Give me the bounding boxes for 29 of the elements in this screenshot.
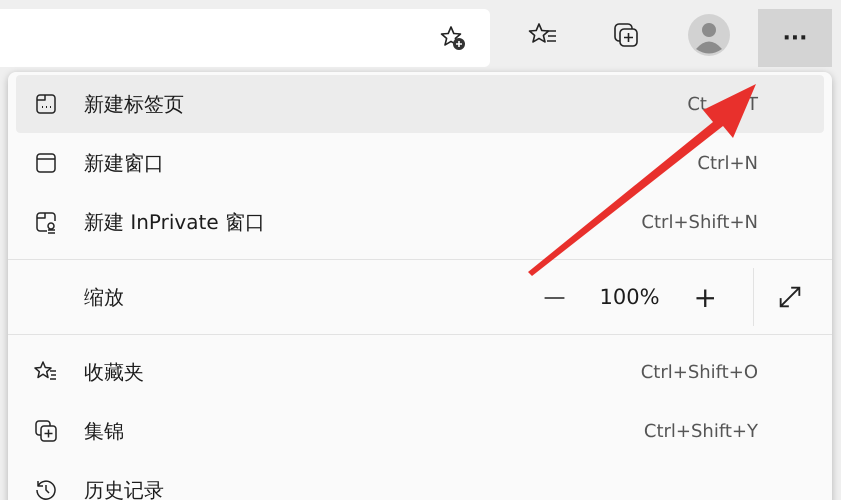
zoom-value: 100% — [599, 285, 660, 309]
shortcut-text: Ct — [687, 94, 707, 114]
menu-item-label: 集锦 — [84, 418, 124, 444]
shortcut-text: Ctrl+Shift+Y — [644, 420, 758, 442]
menu-item-label: 收藏夹 — [84, 358, 144, 386]
menu-item[interactable]: 集锦 Ctrl+Shift+Y — [16, 402, 824, 460]
menu-item-label: 新建窗口 — [84, 150, 164, 176]
shortcut-text: Ctrl+N — [697, 152, 758, 174]
shortcut-text: Ctrl+Shift+N — [641, 212, 758, 232]
menu-item-label: 新建标签页 — [84, 90, 184, 118]
menu-item[interactable]: 历史记录 — [16, 461, 824, 500]
menu-item-label: 历史记录 — [84, 476, 164, 500]
more-button[interactable]: ··· — [758, 9, 832, 67]
collections-icon[interactable] — [612, 21, 640, 49]
private-icon — [34, 210, 58, 234]
star-plus-icon[interactable] — [440, 25, 466, 51]
window-icon — [34, 151, 58, 175]
menu-item[interactable]: 收藏夹 Ctrl+Shift+O — [16, 343, 824, 401]
zoom-out-button[interactable]: — — [537, 284, 572, 310]
collections-icon — [34, 419, 58, 443]
menu-item[interactable]: 新建 InPrivate 窗口 Ctrl+Shift+N — [16, 193, 824, 251]
zoom-label: 缩放 — [84, 284, 124, 310]
avatar-icon[interactable] — [688, 14, 730, 56]
history-icon — [34, 478, 58, 500]
tab-icon — [34, 92, 58, 116]
menu-item[interactable]: 新建窗口 Ctrl+N — [16, 134, 824, 192]
shortcut-text: Ctrl+Shift+O — [640, 362, 758, 382]
menu-item-label: 新建 InPrivate 窗口 — [84, 208, 266, 236]
zoom-in-button[interactable]: + — [688, 280, 723, 314]
